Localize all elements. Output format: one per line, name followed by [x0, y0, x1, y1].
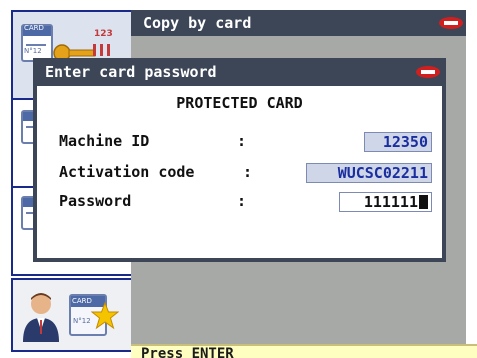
- dialog-heading: PROTECTED CARD: [176, 94, 303, 112]
- text-cursor: [419, 195, 428, 209]
- password-label: Password: [59, 192, 132, 210]
- machine-id-value: 12350: [364, 132, 432, 152]
- card-label: CARD: [24, 24, 44, 32]
- machine-id-label: Machine ID: [59, 132, 150, 150]
- dialog-title: Enter card password: [45, 63, 217, 81]
- password-colon: :: [237, 192, 247, 210]
- dialog-body: PROTECTED CARD Machine ID : 12350 Activa…: [37, 86, 442, 258]
- numbers-badge: 123: [94, 29, 113, 39]
- status-bar: Press ENTER: [131, 344, 477, 358]
- star-icon: [91, 302, 119, 330]
- password-value: 111111: [363, 193, 418, 211]
- brand-logo-icon: [416, 66, 440, 78]
- card-number: N°12: [24, 47, 42, 55]
- machine-id-colon: :: [237, 132, 247, 150]
- user-avatar-icon: [23, 293, 59, 342]
- password-dialog: Enter card password PROTECTED CARD Machi…: [33, 58, 446, 262]
- activation-code-label: Activation code: [59, 163, 195, 181]
- password-input[interactable]: 111111: [339, 192, 432, 212]
- activation-code-value: WUCSC02211: [306, 163, 432, 183]
- screen-header: Copy by card: [131, 10, 466, 36]
- brand-logo-icon: [439, 17, 463, 29]
- card-label: CARD: [72, 297, 92, 305]
- activation-code-colon: :: [243, 163, 253, 181]
- menu-thumb-card-user[interactable]: CARD N°12: [11, 278, 134, 352]
- bars-icon: [93, 44, 110, 56]
- screen-title: Copy by card: [143, 14, 252, 32]
- card-number: N°12: [73, 317, 91, 325]
- status-text: Press ENTER: [141, 346, 234, 358]
